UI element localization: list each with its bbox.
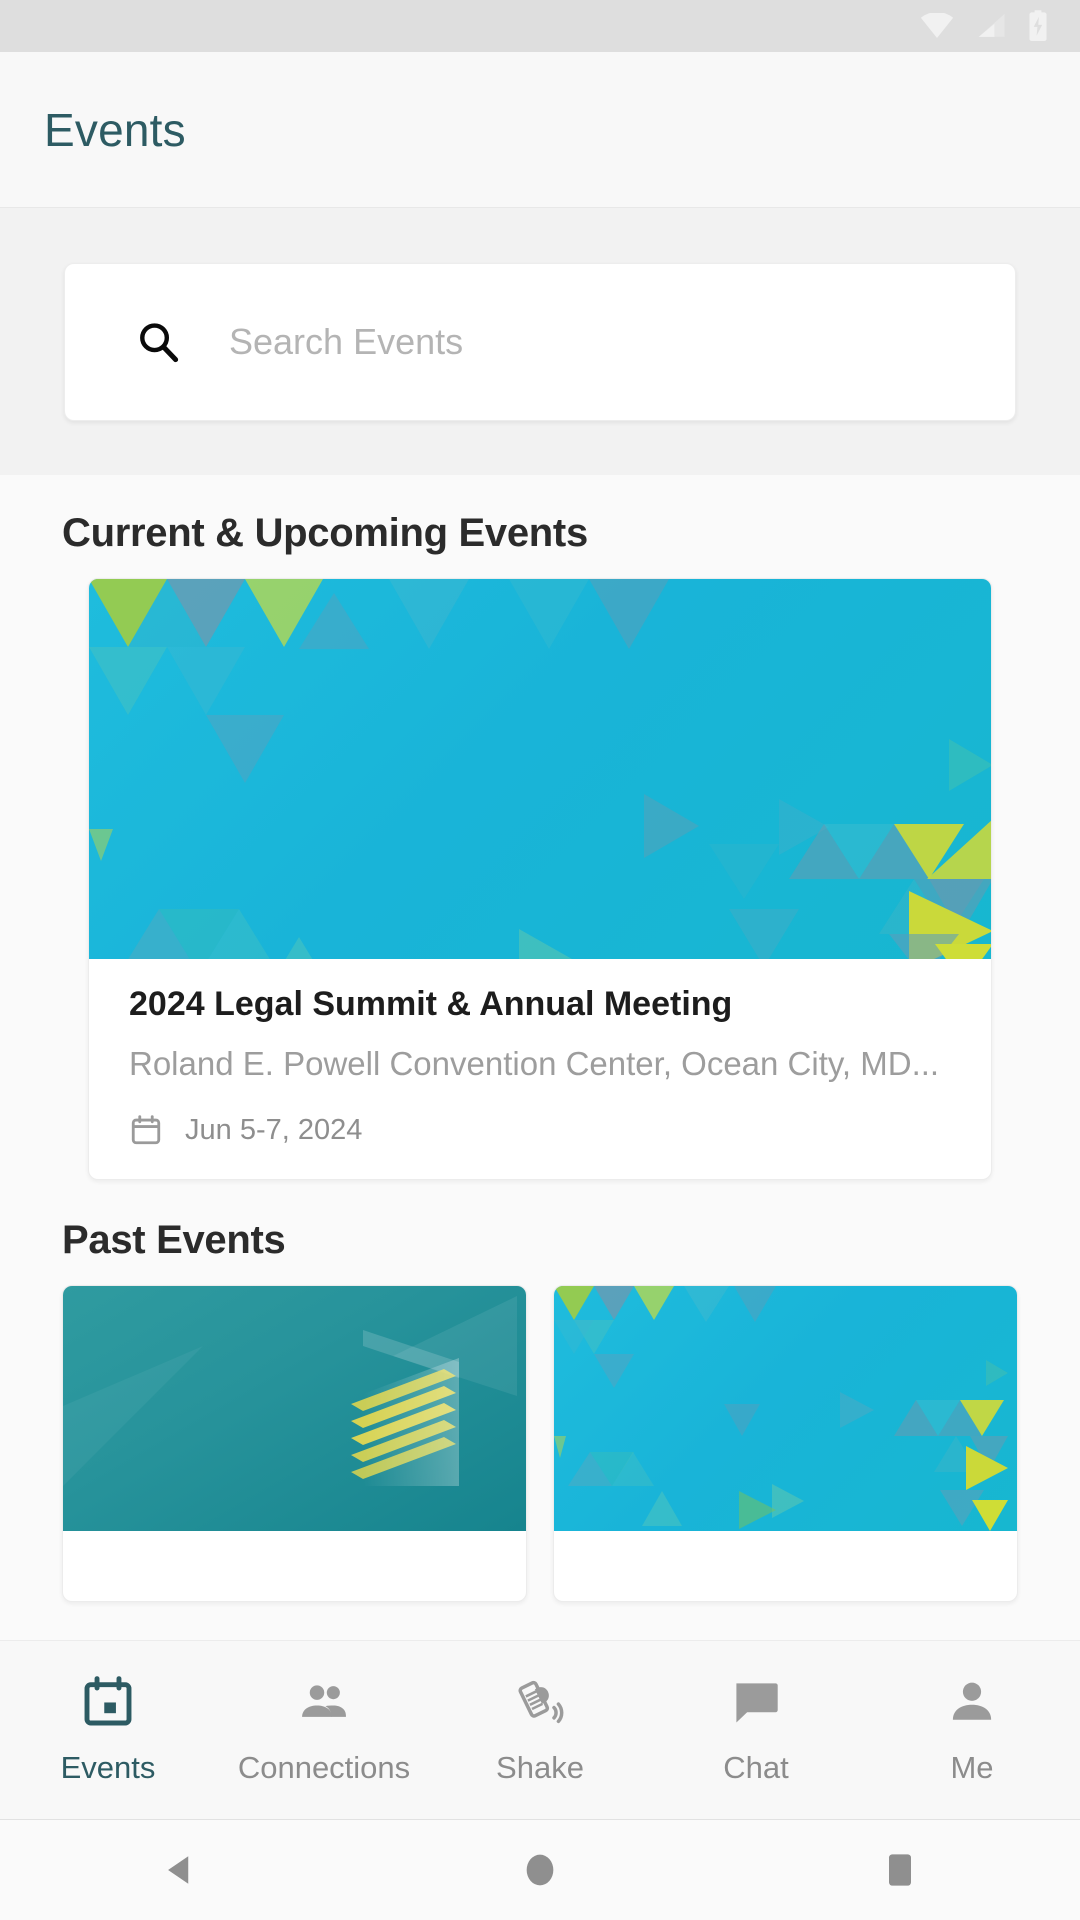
past-events-heading: Past Events [62, 1218, 286, 1262]
past-event-body-1 [63, 1531, 526, 1601]
status-bar [0, 0, 1080, 52]
square-icon [889, 1854, 911, 1886]
nav-label-connections: Connections [237, 1750, 411, 1785]
event-title: 2024 Legal Summit & Annual Meeting [129, 985, 733, 1023]
nav-label-shake: Shake [496, 1750, 584, 1785]
past-event-thumbnail-2 [554, 1286, 1017, 1531]
wifi-icon [920, 13, 954, 39]
shake-phone-icon [518, 1680, 564, 1724]
event-location: Roland E. Powell Convention Center, Ocea… [129, 1045, 940, 1082]
app-header: Events [0, 52, 1080, 208]
calendar-icon [131, 1115, 161, 1145]
nav-item-shake[interactable]: Shake [432, 1674, 648, 1786]
chat-bubble-icon [736, 1683, 778, 1723]
search-section: Search Events [0, 208, 1080, 475]
chevron-stripes-logo [63, 1296, 517, 1486]
event-banner-image [89, 579, 991, 959]
home-button[interactable] [360, 1848, 720, 1892]
nav-label-events: Events [60, 1750, 156, 1785]
person-icon [952, 1682, 992, 1720]
event-date: Jun 5-7, 2024 [185, 1113, 363, 1146]
search-bar[interactable]: Search Events [64, 262, 1016, 421]
page-title: Events [44, 103, 186, 156]
battery-charging-icon [1029, 10, 1047, 41]
search-icon [140, 322, 179, 362]
featured-event-card[interactable]: 2024 Legal Summit & Annual Meeting Rolan… [88, 578, 992, 1180]
upcoming-events-heading: Current & Upcoming Events [62, 511, 588, 555]
nav-item-me[interactable]: Me [864, 1674, 1080, 1786]
nav-item-chat[interactable]: Chat [648, 1674, 864, 1786]
app-screen: Events Search Events Current & Upcoming … [0, 0, 1080, 1920]
nav-label-me: Me [950, 1750, 994, 1785]
featured-event-details: 2024 Legal Summit & Annual Meeting Rolan… [89, 959, 991, 1179]
cellular-signal-icon [978, 13, 1005, 37]
past-event-card-2[interactable] [553, 1285, 1018, 1602]
event-date-row: Jun 5-7, 2024 [129, 1113, 951, 1147]
android-system-nav [0, 1820, 1080, 1920]
past-event-thumbnail-1 [63, 1286, 526, 1531]
back-button[interactable] [0, 1848, 360, 1892]
past-event-card-1[interactable] [62, 1285, 527, 1602]
triangle-left-icon [168, 1856, 189, 1884]
nav-item-connections[interactable]: Connections [216, 1674, 432, 1786]
banner-triangle-pattern-2 [554, 1286, 1008, 1531]
past-events-grid [0, 1285, 1080, 1602]
circle-icon [526, 1854, 554, 1886]
past-event-body-2 [554, 1531, 1017, 1601]
bottom-navigation-bar: Events Connections Shake Chat Me [0, 1640, 1080, 1820]
calendar-icon [84, 1676, 132, 1726]
nav-label-chat: Chat [723, 1750, 789, 1785]
recents-button[interactable] [720, 1848, 1080, 1892]
search-input[interactable]: Search Events [229, 321, 463, 363]
people-icon [302, 1685, 346, 1717]
nav-item-events[interactable]: Events [0, 1674, 216, 1786]
banner-triangle-pattern [89, 579, 991, 959]
content-scroll-area[interactable]: Current & Upcoming Events 2024 Legal Sum… [0, 475, 1080, 1640]
